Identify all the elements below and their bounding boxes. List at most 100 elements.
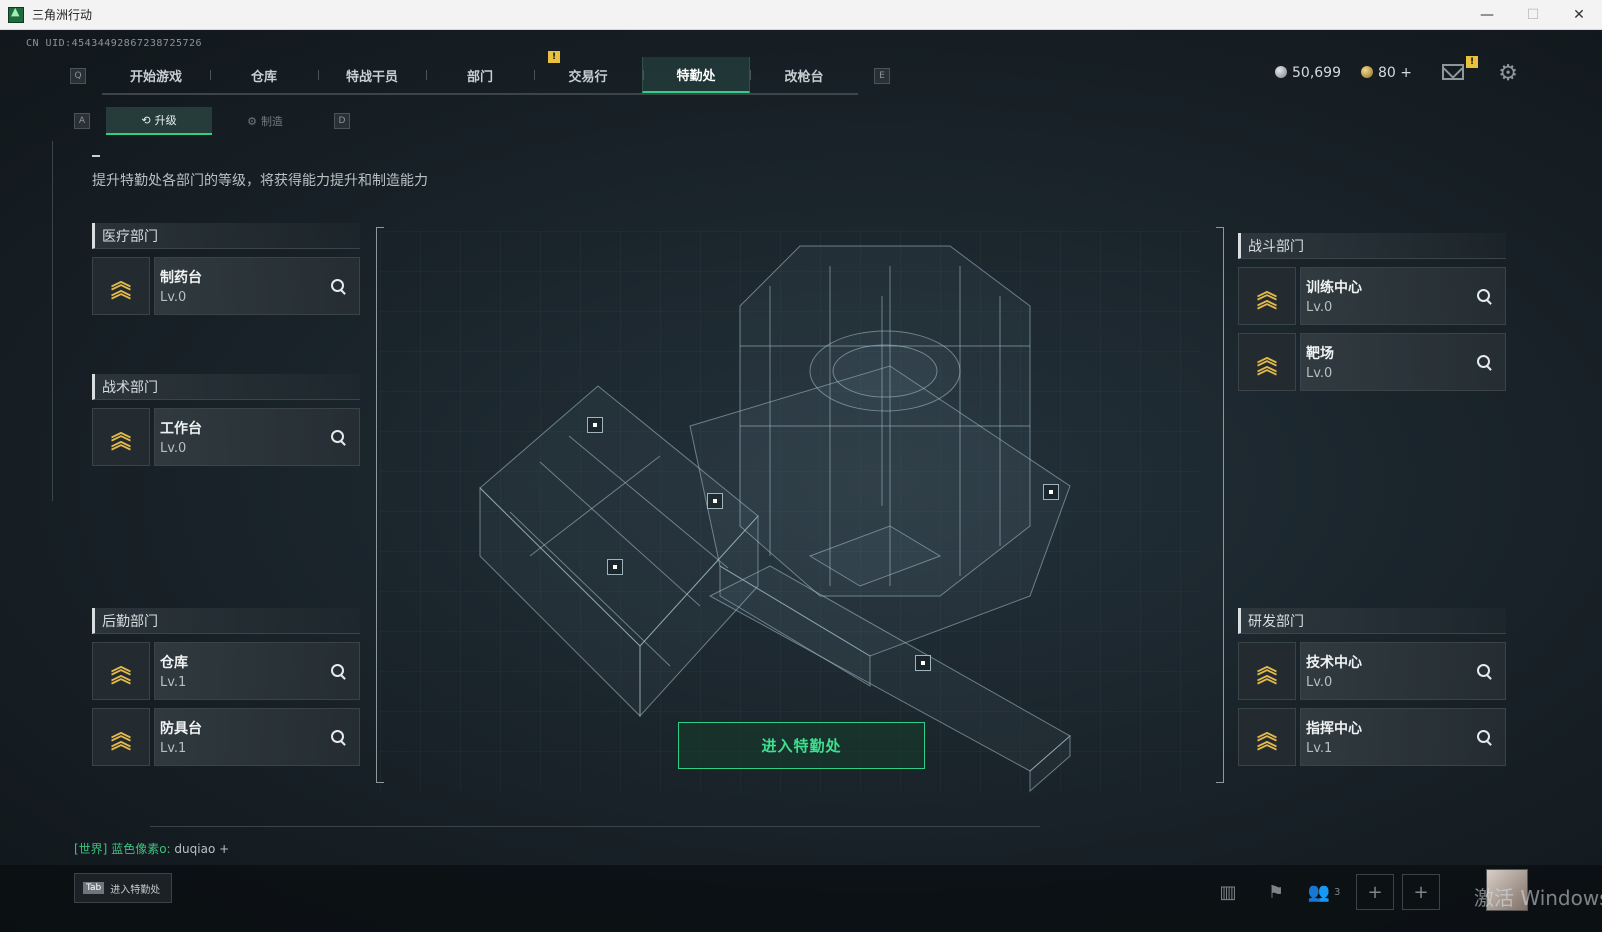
maximize-button[interactable]: ☐ — [1510, 0, 1556, 30]
map-point-marker[interactable] — [607, 559, 623, 575]
divider — [150, 826, 1040, 827]
nav-next-key[interactable]: E — [874, 68, 890, 84]
map-point-marker[interactable] — [915, 655, 931, 671]
view-bracket-left — [376, 227, 384, 783]
map-point-marker[interactable] — [707, 493, 723, 509]
dept-title-combat: 战斗部门 — [1238, 233, 1506, 259]
subtab-next-key[interactable]: D — [334, 113, 350, 129]
subtab-prev-key[interactable]: A — [74, 113, 90, 129]
close-button[interactable]: ✕ — [1556, 0, 1602, 30]
bottom-icons: ▥ ⚑ 👥 3 + + — [1204, 874, 1440, 910]
dept-tag — [1238, 226, 1506, 233]
tab-special-ops[interactable]: 特勤处 — [642, 57, 750, 93]
tech-center-icon: ︽ ︽ — [1238, 642, 1296, 700]
magnifier-icon[interactable] — [327, 726, 349, 748]
dept-title-research: 研发部门 — [1238, 608, 1506, 634]
windows-activation-watermark: 激活 Windows — [1474, 886, 1602, 910]
tab-gunsmith[interactable]: 改枪台 — [750, 57, 858, 93]
command-center-icon: ︽ ︽ — [1238, 708, 1296, 766]
main-nav: Q 开始游戏 仓库 特战干员 部门 交易行 特勤处 改枪台 ! E — [70, 51, 890, 95]
facility-workbench[interactable]: ︽ ︽ 工作台 Lv.0 — [92, 408, 360, 466]
chat-message: duqiao + — [174, 842, 230, 856]
tab-hint-label: 进入特勤处 — [110, 884, 161, 896]
divider — [52, 141, 53, 501]
facility-command-center[interactable]: ︽ ︽ 指挥中心 Lv.1 — [1238, 708, 1506, 766]
dept-title-logistics: 后勤部门 — [92, 608, 360, 634]
tab-start-game[interactable]: 开始游戏 — [102, 57, 210, 93]
flag-icon[interactable]: ⚑ — [1252, 874, 1300, 910]
magnifier-icon[interactable] — [1473, 660, 1495, 682]
dept-medical: 医疗部门 ︽ ︽ 制药台 Lv.0 — [92, 216, 360, 315]
dept-tag — [92, 216, 360, 223]
window-titlebar: 三角洲行动 — ☐ ✕ — [0, 0, 1602, 30]
facility-shooting-range[interactable]: ︽ ︽ 靶场 Lv.0 — [1238, 333, 1506, 391]
map-point-marker[interactable] — [587, 417, 603, 433]
dept-tag — [1238, 601, 1506, 608]
facility-storage[interactable]: ︽ ︽ 仓库 Lv.1 — [92, 642, 360, 700]
mail-icon[interactable] — [1442, 64, 1464, 80]
description-marker — [92, 155, 100, 157]
enter-special-ops-button[interactable]: 进入特勤处 — [678, 722, 925, 769]
magnifier-icon[interactable] — [327, 426, 349, 448]
tab-operators[interactable]: 特战干员 — [318, 57, 426, 93]
minimize-button[interactable]: — — [1464, 0, 1510, 30]
subtab-upgrade[interactable]: ⟲ 升级 — [106, 107, 212, 135]
sub-tabs: A ⟲ 升级 ⚙ 制造 D — [74, 107, 350, 135]
subtab-craft[interactable]: ⚙ 制造 — [212, 107, 318, 135]
game-viewport: CN UID:4543449286723872572​6 Q 开始游戏 仓库 特… — [0, 31, 1602, 932]
app-logo-icon — [8, 5, 24, 23]
armor-bench-icon: ︽ ︽ — [92, 708, 150, 766]
facility-tech-center[interactable]: ︽ ︽ 技术中心 Lv.0 — [1238, 642, 1506, 700]
dept-tag — [92, 601, 360, 608]
magnifier-icon[interactable] — [1473, 285, 1495, 307]
chat-channel: [世界] — [74, 842, 108, 856]
view-bracket-right — [1216, 227, 1224, 783]
dept-tag — [92, 367, 360, 374]
tab-key: Tab — [83, 882, 105, 894]
stats-chart-icon[interactable]: ▥ — [1204, 874, 1252, 910]
department-warning-badge: ! — [548, 51, 560, 63]
main-tabs: 开始游戏 仓库 特战干员 部门 交易行 特勤处 改枪台 ! — [102, 51, 858, 95]
silver-currency: 50,699 — [1275, 65, 1341, 81]
gold-coin-icon — [1361, 66, 1373, 78]
pharmacy-icon: ︽ ︽ — [92, 257, 150, 315]
dept-combat: 战斗部门 ︽ ︽ 训练中心 Lv.0 ︽ ︽ 靶场 Lv.0 — [1238, 226, 1506, 391]
squad-icon[interactable]: 👥 3 — [1300, 874, 1348, 910]
dept-logistics: 后勤部门 ︽ ︽ 仓库 Lv.1 ︽ ︽ 防具台 Lv.1 — [92, 601, 360, 766]
map-point-marker[interactable] — [1043, 484, 1059, 500]
dept-title-medical: 医疗部门 — [92, 223, 360, 249]
shooting-range-icon: ︽ ︽ — [1238, 333, 1296, 391]
tab-enter-hint[interactable]: Tab 进入特勤处 — [74, 873, 172, 903]
add-friend-plus-icon[interactable]: + — [1356, 874, 1394, 910]
facility-training-center[interactable]: ︽ ︽ 训练中心 Lv.0 — [1238, 267, 1506, 325]
dept-research: 研发部门 ︽ ︽ 技术中心 Lv.0 ︽ ︽ 指挥中心 Lv.1 — [1238, 601, 1506, 766]
tab-department[interactable]: 部门 — [426, 57, 534, 93]
craft-gear-icon: ⚙ — [247, 114, 257, 128]
currency-bar: 50,699 80 + — [1275, 65, 1412, 81]
magnifier-icon[interactable] — [1473, 351, 1495, 373]
chat-user: 蓝色像素o: — [111, 842, 171, 856]
page-description: 提升特勤处各部门的等级，将获得能力提升和制造能力 — [92, 173, 428, 189]
window-title: 三角洲行动 — [32, 8, 93, 22]
storage-icon: ︽ ︽ — [92, 642, 150, 700]
base-wireframe-model[interactable] — [470, 226, 1090, 806]
player-uid: CN UID:4543449286723872572​6 — [26, 38, 203, 49]
workbench-icon: ︽ ︽ — [92, 408, 150, 466]
facility-pharmacy[interactable]: ︽ ︽ 制药台 Lv.0 — [92, 257, 360, 315]
magnifier-icon[interactable] — [327, 275, 349, 297]
facility-armor-bench[interactable]: ︽ ︽ 防具台 Lv.1 — [92, 708, 360, 766]
dept-title-tactical: 战术部门 — [92, 374, 360, 400]
magnifier-icon[interactable] — [327, 660, 349, 682]
add-slot-plus-icon[interactable]: + — [1402, 874, 1440, 910]
gold-currency[interactable]: 80 + — [1361, 65, 1412, 81]
tab-warehouse[interactable]: 仓库 — [210, 57, 318, 93]
training-center-icon: ︽ ︽ — [1238, 267, 1296, 325]
silver-coin-icon — [1275, 66, 1287, 78]
upgrade-icon: ⟲ — [141, 113, 151, 127]
mail-warning-badge: ! — [1466, 56, 1478, 68]
nav-prev-key[interactable]: Q — [70, 68, 86, 84]
world-chat-line[interactable]: [世界] 蓝色像素o: duqiao + — [74, 840, 229, 857]
magnifier-icon[interactable] — [1473, 726, 1495, 748]
dept-tactical: 战术部门 ︽ ︽ 工作台 Lv.0 — [92, 367, 360, 466]
settings-gear-icon[interactable]: ⚙ — [1498, 61, 1518, 86]
